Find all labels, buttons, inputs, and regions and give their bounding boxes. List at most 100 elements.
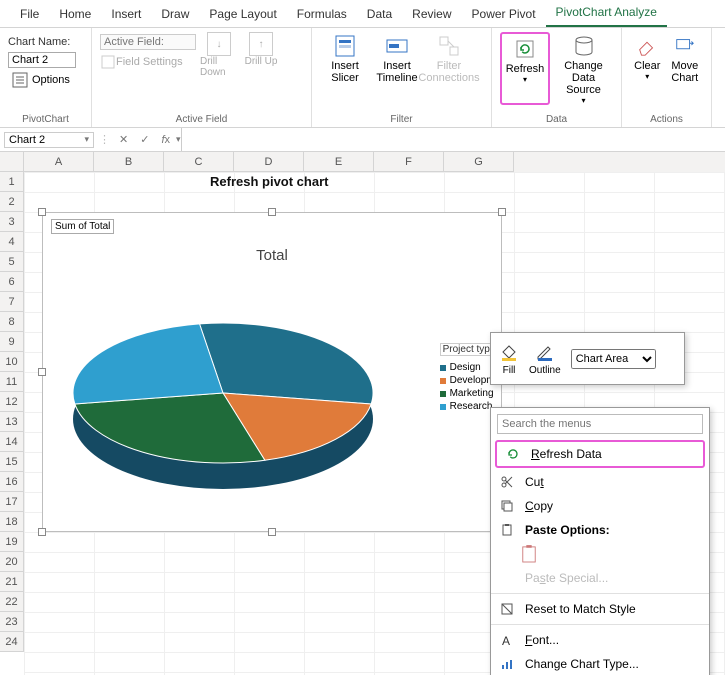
chart-field-button[interactable]: Sum of Total — [51, 219, 114, 234]
row-header[interactable]: 12 — [0, 392, 24, 412]
move-chart-button[interactable]: Move Chart — [667, 32, 703, 84]
col-header[interactable]: C — [164, 152, 234, 172]
group-activefield: Field Settings ↓ Drill Down ↑ Drill Up A… — [92, 28, 312, 127]
timeline-icon — [383, 32, 411, 60]
row-header[interactable]: 16 — [0, 472, 24, 492]
clear-button[interactable]: Clear ▾ — [630, 32, 665, 84]
row-header[interactable]: 19 — [0, 532, 24, 552]
context-menu: Refresh DataCutCopyPaste Options:Paste S… — [490, 407, 710, 675]
chevron-down-icon: ▾ — [523, 75, 527, 84]
select-all-corner[interactable] — [0, 152, 24, 172]
col-header[interactable]: F — [374, 152, 444, 172]
row-header[interactable]: 22 — [0, 592, 24, 612]
row-header[interactable]: 2 — [0, 192, 24, 212]
menu-item-copy[interactable]: Copy — [491, 494, 709, 518]
tab-home[interactable]: Home — [49, 3, 101, 27]
row-header[interactable]: 15 — [0, 452, 24, 472]
fx-icon[interactable]: fx — [155, 134, 176, 146]
filter-connections-button: Filter Connections — [424, 32, 474, 84]
row-header[interactable]: 7 — [0, 292, 24, 312]
formula-input[interactable] — [181, 128, 725, 151]
menu-item-refresh[interactable]: Refresh Data — [495, 440, 705, 468]
legend-swatch — [440, 365, 446, 371]
tab-pivotchart-analyze[interactable]: PivotChart Analyze — [546, 1, 667, 27]
fill-button[interactable]: Fill — [499, 342, 519, 376]
row-header[interactable]: 4 — [0, 232, 24, 252]
menu-item-changetype[interactable]: Change Chart Type... — [491, 652, 709, 675]
col-header[interactable]: E — [304, 152, 374, 172]
tab-data[interactable]: Data — [357, 3, 402, 27]
resize-handle[interactable] — [38, 368, 46, 376]
group-label-pivotchart: PivotChart — [8, 112, 83, 125]
group-data: Refresh ▾ Change Data Source ▾ Data — [492, 28, 622, 127]
row-header[interactable]: 1 — [0, 172, 24, 192]
col-header[interactable]: B — [94, 152, 164, 172]
row-header[interactable]: 21 — [0, 572, 24, 592]
options-button[interactable]: Options — [8, 72, 83, 88]
resize-handle[interactable] — [268, 208, 276, 216]
row-header[interactable]: 14 — [0, 432, 24, 452]
eraser-icon — [633, 32, 661, 60]
row-header[interactable]: 9 — [0, 332, 24, 352]
row-header[interactable]: 10 — [0, 352, 24, 372]
row-header[interactable]: 6 — [0, 272, 24, 292]
row-header[interactable]: 24 — [0, 632, 24, 652]
row-header[interactable]: 20 — [0, 552, 24, 572]
slicer-icon — [331, 32, 359, 60]
row-header[interactable]: 3 — [0, 212, 24, 232]
worksheet-grid[interactable]: A B C D E F G 12345678910111213141516171… — [0, 152, 725, 675]
row-header[interactable]: 11 — [0, 372, 24, 392]
menu-search-input[interactable] — [497, 414, 703, 434]
tab-formulas[interactable]: Formulas — [287, 3, 357, 27]
chartname-input[interactable] — [8, 52, 76, 68]
cancel-formula-icon[interactable]: ✕ — [113, 133, 134, 146]
tab-pagelayout[interactable]: Page Layout — [199, 3, 286, 27]
blank-icon — [499, 570, 515, 586]
enter-formula-icon[interactable]: ✓ — [134, 133, 155, 146]
col-header[interactable]: D — [234, 152, 304, 172]
tab-insert[interactable]: Insert — [101, 3, 151, 27]
menu-item-font[interactable]: AFont... — [491, 628, 709, 652]
resize-handle[interactable] — [268, 528, 276, 536]
legend-label: Research — [450, 401, 493, 412]
resize-handle[interactable] — [38, 528, 46, 536]
name-box[interactable]: Chart 2 ▾ — [4, 132, 94, 148]
refresh-button[interactable]: Refresh ▾ — [503, 35, 547, 84]
ribbon-tabs: File Home Insert Draw Page Layout Formul… — [0, 0, 725, 28]
resize-handle[interactable] — [498, 208, 506, 216]
menu-item-cut[interactable]: Cut — [491, 470, 709, 494]
legend-swatch — [440, 391, 446, 397]
tab-review[interactable]: Review — [402, 3, 461, 27]
pivot-chart-object[interactable]: Sum of Total Total Project type ▾ Design… — [42, 212, 502, 532]
options-icon — [12, 72, 28, 88]
row-header[interactable]: 18 — [0, 512, 24, 532]
tab-draw[interactable]: Draw — [151, 3, 199, 27]
row-header[interactable]: 23 — [0, 612, 24, 632]
menu-item-pasteicon[interactable] — [491, 542, 709, 566]
connections-icon — [435, 32, 463, 60]
outline-button[interactable]: Outline — [529, 342, 561, 376]
resize-handle[interactable] — [38, 208, 46, 216]
insert-timeline-button[interactable]: Insert Timeline — [372, 32, 422, 84]
chart-title[interactable]: Total — [43, 247, 501, 264]
group-label-activefield: Active Field — [100, 112, 303, 125]
insert-slicer-button[interactable]: Insert Slicer — [320, 32, 370, 84]
row-header[interactable]: 13 — [0, 412, 24, 432]
clipboard-icon — [521, 546, 537, 562]
change-data-source-button[interactable]: Change Data Source ▾ — [554, 32, 613, 105]
row-header[interactable]: 17 — [0, 492, 24, 512]
chevron-down-icon: ▾ — [581, 96, 585, 105]
legend-item[interactable]: Marketing — [440, 388, 519, 399]
col-header[interactable]: G — [444, 152, 514, 172]
col-header[interactable]: A — [24, 152, 94, 172]
activefield-input — [100, 34, 196, 50]
row-header[interactable]: 8 — [0, 312, 24, 332]
chartname-label: Chart Name: — [8, 36, 70, 48]
chart-element-selector[interactable]: Chart Area — [571, 349, 656, 369]
pie-chart[interactable] — [53, 283, 393, 513]
tab-powerpivot[interactable]: Power Pivot — [462, 3, 546, 27]
legend-label: Design — [450, 362, 481, 373]
row-header[interactable]: 5 — [0, 252, 24, 272]
tab-file[interactable]: File — [10, 3, 49, 27]
menu-item-reset[interactable]: Reset to Match Style — [491, 597, 709, 621]
